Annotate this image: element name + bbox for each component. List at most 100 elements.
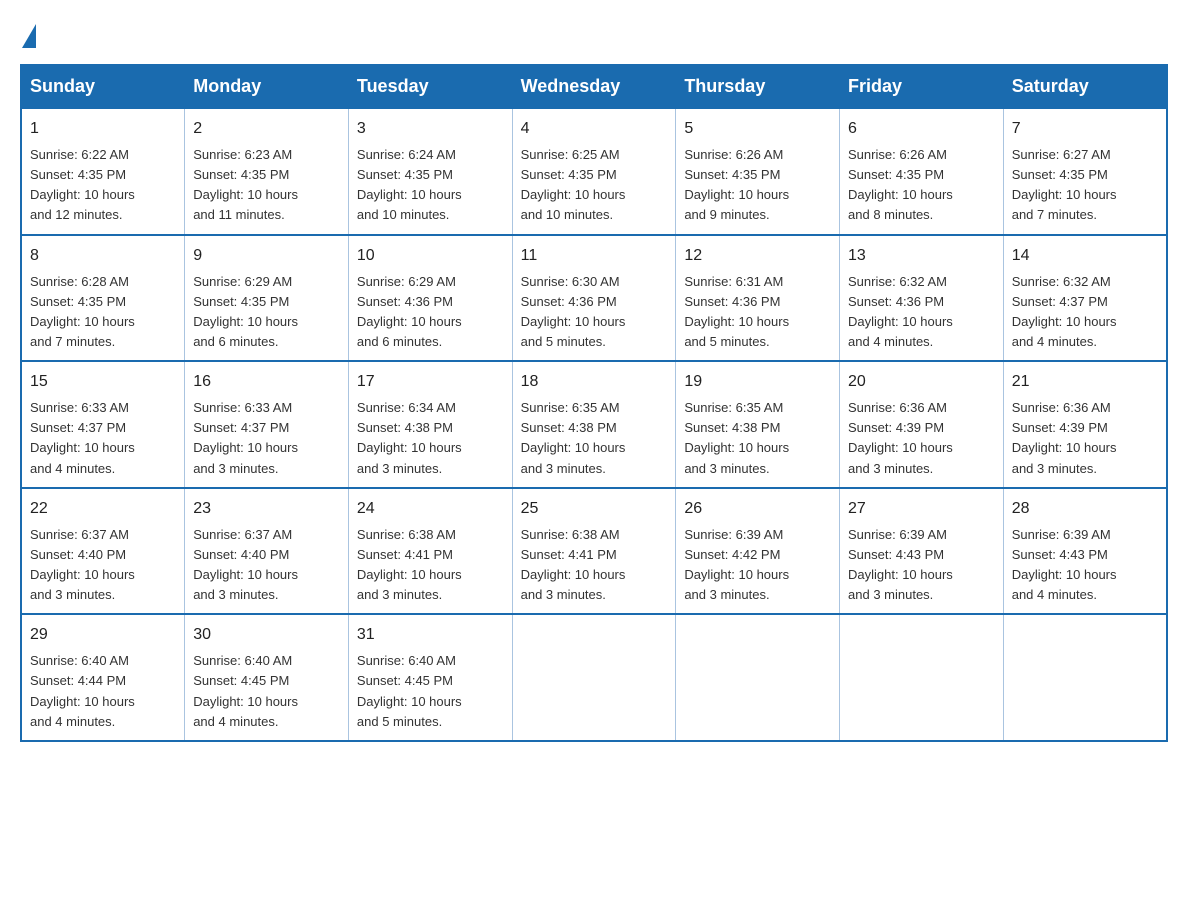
sunrise-text: Sunrise: 6:29 AM xyxy=(193,274,292,289)
day-number: 15 xyxy=(30,370,176,394)
daylight-label: Daylight: 10 hours xyxy=(30,187,135,202)
daylight-label: Daylight: 10 hours xyxy=(684,314,789,329)
sunset-text: Sunset: 4:42 PM xyxy=(684,547,780,562)
sunset-text: Sunset: 4:35 PM xyxy=(848,167,944,182)
page-header xyxy=(20,20,1168,44)
sunset-text: Sunset: 4:41 PM xyxy=(521,547,617,562)
day-info: Sunrise: 6:26 AMSunset: 4:35 PMDaylight:… xyxy=(848,145,995,226)
daylight-value: and 5 minutes. xyxy=(684,334,769,349)
calendar-body: 1Sunrise: 6:22 AMSunset: 4:35 PMDaylight… xyxy=(21,108,1167,741)
day-info: Sunrise: 6:25 AMSunset: 4:35 PMDaylight:… xyxy=(521,145,668,226)
calendar-cell: 9Sunrise: 6:29 AMSunset: 4:35 PMDaylight… xyxy=(185,235,349,362)
sunrise-text: Sunrise: 6:27 AM xyxy=(1012,147,1111,162)
daylight-value: and 10 minutes. xyxy=(357,207,450,222)
day-number: 23 xyxy=(193,497,340,521)
weekday-header-friday: Friday xyxy=(840,65,1004,108)
sunset-text: Sunset: 4:38 PM xyxy=(521,420,617,435)
sunrise-text: Sunrise: 6:40 AM xyxy=(30,653,129,668)
sunrise-text: Sunrise: 6:30 AM xyxy=(521,274,620,289)
calendar-cell: 8Sunrise: 6:28 AMSunset: 4:35 PMDaylight… xyxy=(21,235,185,362)
sunset-text: Sunset: 4:43 PM xyxy=(848,547,944,562)
daylight-value: and 4 minutes. xyxy=(1012,587,1097,602)
calendar-cell xyxy=(840,614,1004,741)
day-info: Sunrise: 6:36 AMSunset: 4:39 PMDaylight:… xyxy=(1012,398,1158,479)
calendar-cell: 10Sunrise: 6:29 AMSunset: 4:36 PMDayligh… xyxy=(348,235,512,362)
calendar-cell xyxy=(1003,614,1167,741)
daylight-value: and 3 minutes. xyxy=(357,461,442,476)
calendar-cell: 12Sunrise: 6:31 AMSunset: 4:36 PMDayligh… xyxy=(676,235,840,362)
daylight-label: Daylight: 10 hours xyxy=(193,567,298,582)
day-number: 19 xyxy=(684,370,831,394)
logo-triangle-icon xyxy=(22,24,36,48)
weekday-header-tuesday: Tuesday xyxy=(348,65,512,108)
day-info: Sunrise: 6:40 AMSunset: 4:45 PMDaylight:… xyxy=(193,651,340,732)
day-number: 2 xyxy=(193,117,340,141)
calendar-cell: 20Sunrise: 6:36 AMSunset: 4:39 PMDayligh… xyxy=(840,361,1004,488)
daylight-value: and 3 minutes. xyxy=(30,587,115,602)
calendar-week-row: 29 Sunrise: 6:40 AMSunset: 4:44 PMDayligh… xyxy=(21,614,1167,741)
daylight-value: and 6 minutes. xyxy=(357,334,442,349)
daylight-value: and 3 minutes. xyxy=(684,461,769,476)
daylight-value: and 5 minutes. xyxy=(357,714,442,729)
day-info: Sunrise: 6:29 AMSunset: 4:35 PMDaylight:… xyxy=(193,272,340,353)
day-number: 25 xyxy=(521,497,668,521)
calendar-cell: 26Sunrise: 6:39 AMSunset: 4:42 PMDayligh… xyxy=(676,488,840,615)
day-info: Sunrise: 6:40 AMSunset: 4:45 PMDaylight:… xyxy=(357,651,504,732)
calendar-week-row: 8Sunrise: 6:28 AMSunset: 4:35 PMDaylight… xyxy=(21,235,1167,362)
calendar-cell: 15 Sunrise: 6:33 AMSunset: 4:37 PMDayligh… xyxy=(21,361,185,488)
day-number: 8 xyxy=(30,244,176,268)
calendar-cell: 29 Sunrise: 6:40 AMSunset: 4:44 PMDayligh… xyxy=(21,614,185,741)
daylight-label: Daylight: 10 hours xyxy=(1012,187,1117,202)
sunset-text: Sunset: 4:35 PM xyxy=(30,167,126,182)
day-number: 16 xyxy=(193,370,340,394)
daylight-label: Daylight: 10 hours xyxy=(1012,567,1117,582)
daylight-value: and 3 minutes. xyxy=(521,587,606,602)
day-info: Sunrise: 6:39 AMSunset: 4:43 PMDaylight:… xyxy=(848,525,995,606)
daylight-value: and 4 minutes. xyxy=(30,714,115,729)
sunrise-text: Sunrise: 6:37 AM xyxy=(30,527,129,542)
day-number: 10 xyxy=(357,244,504,268)
sunset-text: Sunset: 4:36 PM xyxy=(521,294,617,309)
daylight-value: and 3 minutes. xyxy=(684,587,769,602)
sunrise-text: Sunrise: 6:32 AM xyxy=(1012,274,1111,289)
daylight-label: Daylight: 10 hours xyxy=(848,187,953,202)
sunrise-text: Sunrise: 6:23 AM xyxy=(193,147,292,162)
daylight-label: Daylight: 10 hours xyxy=(684,567,789,582)
daylight-label: Daylight: 10 hours xyxy=(521,567,626,582)
sunset-text: Sunset: 4:36 PM xyxy=(684,294,780,309)
sunset-text: Sunset: 4:35 PM xyxy=(30,294,126,309)
sunrise-text: Sunrise: 6:26 AM xyxy=(684,147,783,162)
daylight-value: and 5 minutes. xyxy=(521,334,606,349)
day-number: 29 xyxy=(30,623,176,647)
day-number: 11 xyxy=(521,244,668,268)
daylight-label: Daylight: 10 hours xyxy=(521,187,626,202)
daylight-label: Daylight: 10 hours xyxy=(30,567,135,582)
day-info: Sunrise: 6:40 AMSunset: 4:44 PMDaylight:… xyxy=(30,651,176,732)
daylight-label: Daylight: 10 hours xyxy=(357,314,462,329)
sunset-text: Sunset: 4:45 PM xyxy=(357,673,453,688)
daylight-label: Daylight: 10 hours xyxy=(357,187,462,202)
sunrise-text: Sunrise: 6:36 AM xyxy=(1012,400,1111,415)
day-info: Sunrise: 6:33 AMSunset: 4:37 PMDaylight:… xyxy=(30,398,176,479)
daylight-value: and 7 minutes. xyxy=(30,334,115,349)
daylight-value: and 7 minutes. xyxy=(1012,207,1097,222)
weekday-header-thursday: Thursday xyxy=(676,65,840,108)
sunset-text: Sunset: 4:38 PM xyxy=(684,420,780,435)
daylight-label: Daylight: 10 hours xyxy=(357,440,462,455)
daylight-label: Daylight: 10 hours xyxy=(848,314,953,329)
daylight-value: and 3 minutes. xyxy=(521,461,606,476)
daylight-value: and 3 minutes. xyxy=(193,587,278,602)
sunrise-text: Sunrise: 6:25 AM xyxy=(521,147,620,162)
sunset-text: Sunset: 4:35 PM xyxy=(1012,167,1108,182)
sunrise-text: Sunrise: 6:32 AM xyxy=(848,274,947,289)
day-info: Sunrise: 6:31 AMSunset: 4:36 PMDaylight:… xyxy=(684,272,831,353)
calendar-cell: 4Sunrise: 6:25 AMSunset: 4:35 PMDaylight… xyxy=(512,108,676,235)
day-info: Sunrise: 6:39 AMSunset: 4:43 PMDaylight:… xyxy=(1012,525,1158,606)
sunset-text: Sunset: 4:35 PM xyxy=(193,294,289,309)
daylight-label: Daylight: 10 hours xyxy=(30,440,135,455)
day-number: 30 xyxy=(193,623,340,647)
day-info: Sunrise: 6:33 AMSunset: 4:37 PMDaylight:… xyxy=(193,398,340,479)
day-info: Sunrise: 6:27 AM Sunset: 4:35 PM Daylight:… xyxy=(1012,145,1158,226)
calendar-week-row: 1Sunrise: 6:22 AMSunset: 4:35 PMDaylight… xyxy=(21,108,1167,235)
day-number: 7 xyxy=(1012,117,1158,141)
